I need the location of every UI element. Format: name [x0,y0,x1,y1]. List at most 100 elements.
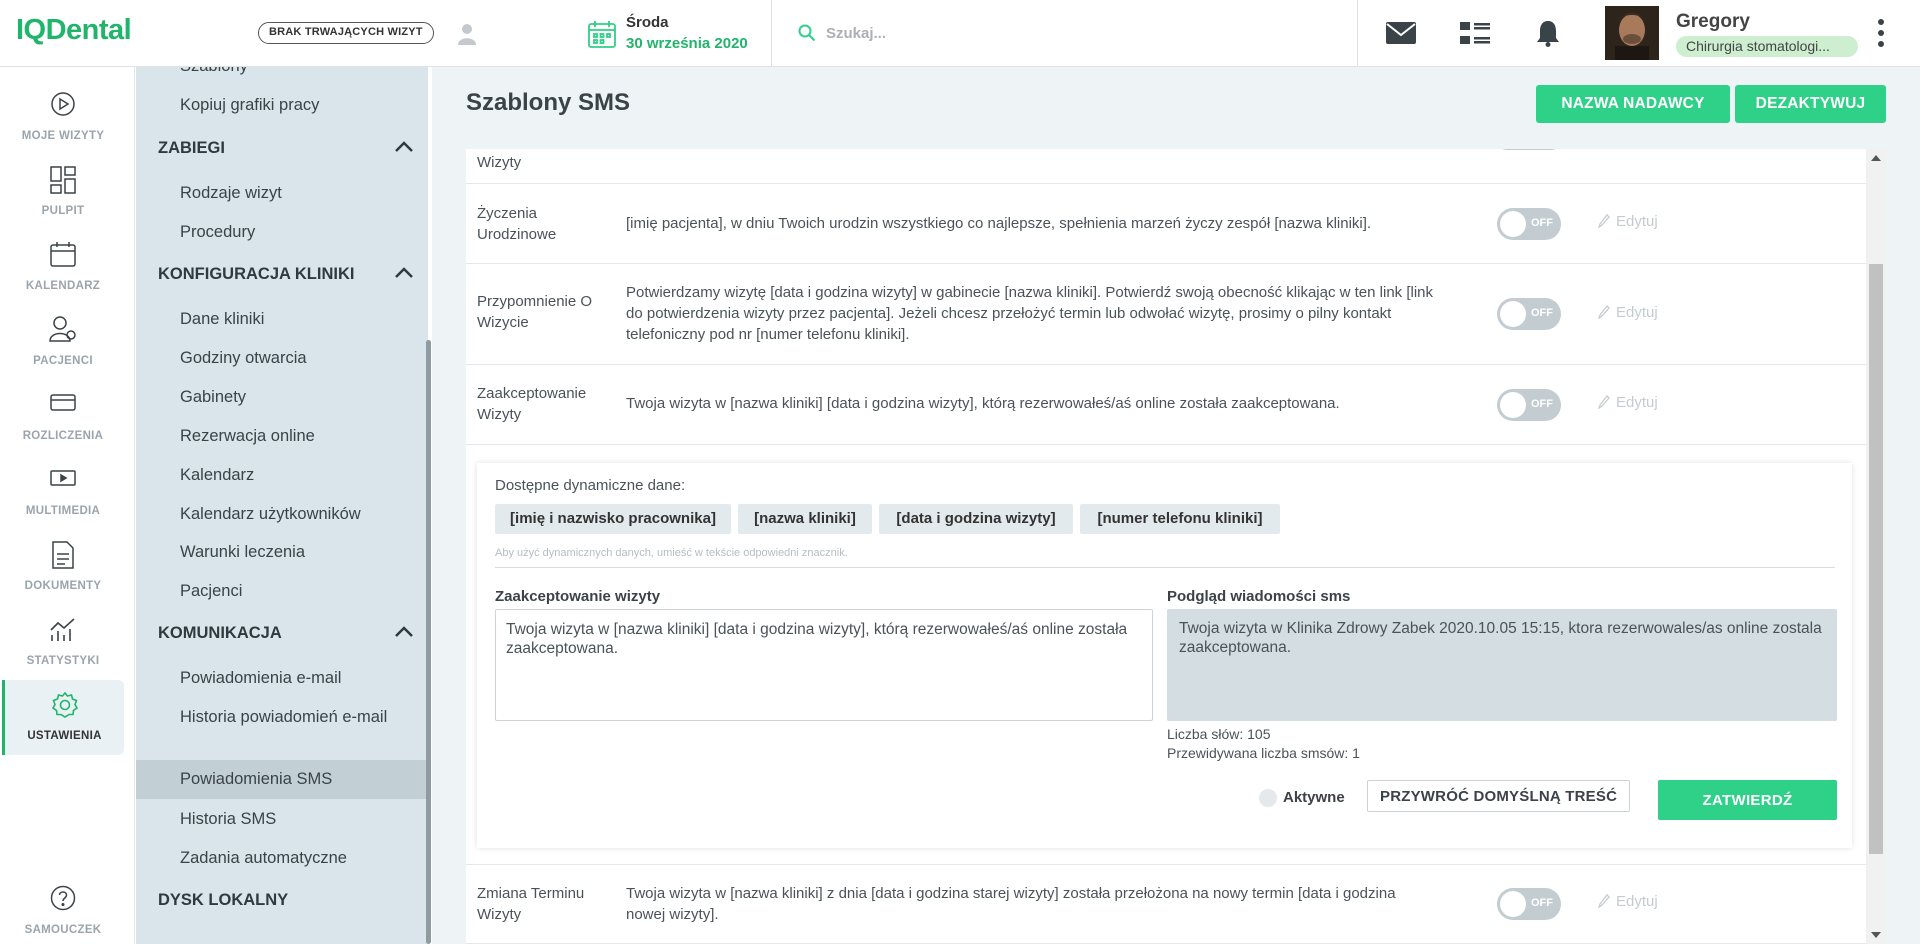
template-row: Zaakceptowanie Wizyty Twoja wizyta w [na… [466,365,1866,445]
patients-icon [49,316,77,342]
scroll-up-icon[interactable] [1871,155,1881,161]
template-name: Zaakceptowanie Wizyty [477,385,587,423]
template-row: Przypomnienie O Wizycie Potwierdzamy wiz… [466,264,1866,365]
submenu-item-online-booking[interactable]: Rezerwacja online [180,425,315,447]
submenu-item-treatment-terms[interactable]: Warunki leczenia [180,541,305,563]
scroll-down-icon[interactable] [1871,932,1881,938]
edit-button[interactable]: Edytuj [1598,394,1658,411]
user-name[interactable]: Gregory [1676,11,1750,33]
active-checkbox[interactable] [1259,789,1277,807]
top-bar: IQDental BRAK TRWAJĄCYCH WIZYT Środa 30 … [0,0,1920,67]
sms-count: Przewidywana liczba smsów: 1 [1167,745,1360,761]
template-name: Zmiana Terminu Wizyty [477,885,585,923]
bell-icon[interactable] [1536,19,1560,47]
submenu-item-sms-history[interactable]: Historia SMS [180,808,276,830]
nav-documents[interactable]: DOKUMENTY [2,530,124,605]
submenu-section-communication[interactable]: KOMUNIKACJA [158,624,414,643]
toggle-knob [1500,301,1526,327]
content-scrollbar[interactable] [1866,149,1886,944]
toggle-knob [1500,891,1526,917]
media-icon [50,466,76,488]
nav-tutorial[interactable]: SAMOUCZEK [2,874,124,949]
nav-patients[interactable]: PACJENCI [2,305,124,380]
nav-label: USTAWIENIA [27,730,102,742]
submenu-section-clinic-config[interactable]: KONFIGURACJA KLINIKI [158,265,414,284]
edit-button[interactable]: Edytuj [1598,304,1658,321]
scrollbar-thumb[interactable] [1869,264,1883,854]
submenu-item-calendar[interactable]: Kalendarz [180,464,254,486]
template-name: Wizyty [477,154,522,171]
toggle-label: OFF [1531,307,1553,319]
nav-calendar[interactable]: KALENDARZ [2,230,124,305]
submenu-item-opening-hours[interactable]: Godziny otwarcia [180,347,307,369]
nav-multimedia[interactable]: MULTIMEDIA [2,455,124,530]
dynamic-chip-visit-datetime[interactable]: [data i godzina wizyty] [879,504,1073,534]
dynamic-data-label: Dostępne dynamiczne dane: [495,477,686,494]
main-content: Szablony SMS NAZWA NADAWCY DEZAKTYWUJ Wi… [432,67,1920,944]
nav-statistics[interactable]: STATYSTYKI [2,605,124,680]
dynamic-chip-clinic-name[interactable]: [nazwa kliniki] [738,504,872,534]
confirm-button[interactable]: ZATWIERDŹ [1658,780,1837,820]
calendar-icon [50,241,76,267]
template-toggle[interactable] [1497,149,1561,150]
sender-name-button[interactable]: NAZWA NADAWCY [1536,85,1730,123]
mail-icon[interactable] [1386,22,1416,44]
nav-billing[interactable]: ROZLICZENIA [2,380,124,455]
user-role-badge: Chirurgia stomatologi... [1676,36,1858,57]
template-toggle[interactable]: OFF [1497,298,1561,330]
section-title: KONFIGURACJA KLINIKI [158,265,355,283]
template-toggle[interactable]: OFF [1497,208,1561,240]
template-textarea[interactable]: Twoja wizyta w [nazwa kliniki] [data i g… [495,609,1153,721]
nav-settings[interactable]: USTAWIENIA [2,680,124,755]
sms-templates-list: Wizyty Życzenia Urodzinowe [imię pacjent… [466,149,1866,944]
submenu-scrollbar[interactable] [426,340,431,944]
submenu-item-user-calendar[interactable]: Kalendarz użytkowników [180,503,361,525]
submenu-item-procedures[interactable]: Procedury [180,221,255,243]
dynamic-chip-clinic-phone[interactable]: [numer telefonu kliniki] [1080,504,1280,534]
toggle-label: OFF [1531,897,1553,909]
section-title: DYSK LOKALNY [158,891,289,909]
visit-status-badge: BRAK TRWAJĄCYCH WIZYT [258,22,434,44]
app-logo[interactable]: IQDental [16,14,132,47]
submenu-item-visit-types[interactable]: Rodzaje wizyt [180,182,282,204]
dynamic-chip-employee-name[interactable]: [imię i nazwisko pracownika] [495,504,731,534]
submenu-item-copy-schedules[interactable]: Kopiuj grafiki pracy [180,94,319,116]
edit-button[interactable]: Edytuj [1598,893,1658,910]
template-toggle[interactable]: OFF [1497,389,1561,421]
search-icon [798,24,816,42]
more-vertical-icon[interactable] [1876,18,1886,48]
submenu-item-clinic-data[interactable]: Dane kliniki [180,308,264,330]
calendar-icon [587,19,617,49]
nav-label: ROZLICZENIA [22,430,104,442]
user-status-icon [458,23,476,45]
restore-default-button[interactable]: PRZYWRÓĆ DOMYŚLNĄ TREŚĆ [1367,780,1631,812]
date-full: 30 września 2020 [626,35,748,52]
toggle-label: OFF [1531,398,1553,410]
submenu-section-procedures[interactable]: ZABIEGI [158,139,414,158]
avatar[interactable] [1605,6,1659,60]
preview-label: Podgląd wiadomości sms [1167,588,1351,605]
sms-template-editor: Dostępne dynamiczne dane: [imię i nazwis… [477,463,1852,848]
edit-button[interactable]: Edytuj [1598,213,1658,230]
submenu-item-templates[interactable]: Szablony [180,67,248,77]
submenu-item-sms-notifications[interactable]: Powiadomienia SMS [136,760,428,799]
submenu-item-email-notifications[interactable]: Powiadomienia e-mail [180,667,341,689]
search-input[interactable] [826,18,1326,48]
submenu-item-automatic-tasks[interactable]: Zadania automatyczne [180,847,347,869]
sms-preview: Twoja wizyta w Klinika Zdrowy Zabek 2020… [1167,609,1837,721]
date-day: Środa [626,14,669,31]
nav-my-visits[interactable]: MOJE WIZYTY [2,80,124,155]
document-icon [52,541,74,569]
submenu-item-offices[interactable]: Gabinety [180,386,246,408]
section-title: KOMUNIKACJA [158,624,282,642]
submenu-item-email-history[interactable]: Historia powiadomień e-mail [180,706,390,728]
template-text: Twoja wizyta w [nazwa kliniki] [data i g… [626,395,1340,412]
nav-dashboard[interactable]: PULPIT [2,155,124,230]
deactivate-button[interactable]: DEZAKTYWUJ [1735,85,1886,123]
submenu-item-patients[interactable]: Pacjenci [180,580,242,602]
template-toggle[interactable]: OFF [1497,888,1561,920]
submenu-section-local-disk[interactable]: DYSK LOKALNY [158,891,414,910]
dynamic-data-hint: Aby użyć dynamicznych danych, umieść w t… [495,547,848,559]
edit-label: Edytuj [1616,394,1658,411]
task-list-icon[interactable] [1460,22,1490,46]
